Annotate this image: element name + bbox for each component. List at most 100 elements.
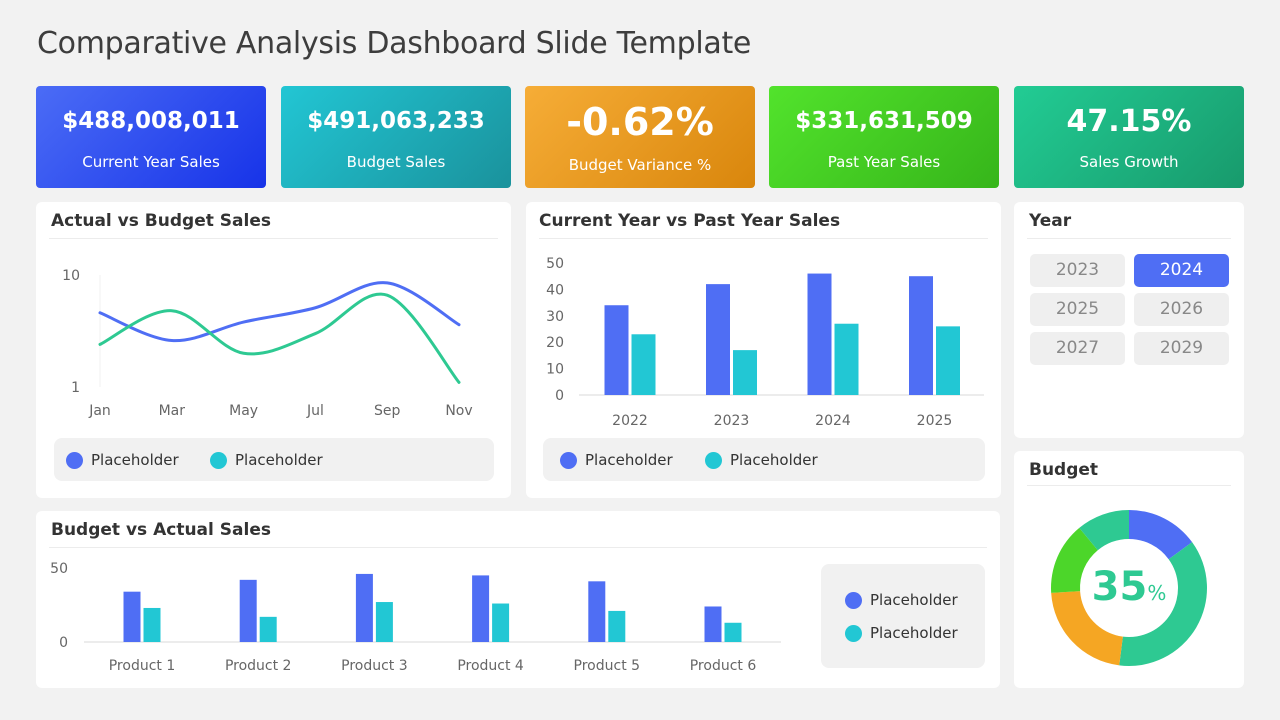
donut-center-label: 35% [1014, 564, 1244, 610]
legend-dot-icon [560, 451, 577, 469]
x-tick-label: Sep [374, 403, 401, 419]
x-tick-label: Product 4 [457, 658, 524, 674]
cy-chart-legend: Placeholder Placeholder [543, 438, 985, 481]
y-tick-label: 50 [50, 561, 68, 577]
bar [588, 581, 606, 642]
bar [123, 591, 141, 642]
bar [807, 273, 832, 395]
legend-item: Placeholder [705, 451, 818, 469]
kpi-value: $491,063,233 [307, 108, 485, 134]
card-title: Current Year vs Past Year Sales [539, 211, 841, 231]
donut-center-unit: % [1147, 581, 1167, 605]
kpi-value: $331,631,509 [795, 108, 973, 134]
year-option-2029[interactable]: 2029 [1134, 332, 1229, 365]
bar [375, 602, 393, 642]
x-tick-label: May [229, 403, 258, 419]
prod-chart-legend: Placeholder Placeholder [821, 564, 985, 668]
legend-label: Placeholder [870, 624, 958, 642]
kpi-label: Budget Variance % [568, 156, 712, 174]
legend-dot-icon [845, 624, 862, 642]
budget-vs-actual-card: Budget vs Actual Sales 0 50 Product 1 Produ… [36, 511, 1000, 688]
x-tick-label: Product 3 [341, 658, 408, 674]
divider [539, 238, 988, 239]
legend-item: Placeholder [845, 591, 958, 609]
x-tick-label: 2024 [815, 413, 851, 429]
bar [355, 573, 373, 642]
legend-item: Placeholder [210, 451, 323, 469]
line-chart-legend: Placeholder Placeholder [54, 438, 494, 481]
legend-label: Placeholder [91, 451, 179, 469]
bar [631, 334, 656, 395]
current-vs-past-card: Current Year vs Past Year Sales 0 10 20 30 4… [526, 202, 1001, 498]
bar [706, 284, 730, 395]
y-tick-label: 10 [546, 362, 564, 378]
y-tick-label: 20 [546, 335, 564, 351]
y-tick-label: 50 [546, 256, 564, 272]
legend-dot-icon [210, 451, 227, 469]
line-series [98, 281, 461, 343]
x-tick-label: Product 1 [109, 658, 176, 674]
x-tick-label: Product 2 [225, 658, 292, 674]
divider [1027, 485, 1231, 486]
bar [472, 575, 490, 642]
year-option-2023[interactable]: 2023 [1030, 254, 1125, 287]
y-tick-label: 0 [59, 635, 68, 651]
x-tick-label: Mar [159, 403, 186, 419]
donut-center-value: 35 [1091, 564, 1148, 610]
x-tick-label: Jul [306, 403, 324, 419]
bar [936, 326, 960, 395]
kpi-current-year-sales: $488,008,011 Current Year Sales [36, 86, 266, 188]
kpi-value: 47.15% [1066, 104, 1192, 139]
card-title: Actual vs Budget Sales [51, 211, 271, 231]
bar [834, 323, 859, 395]
bar [608, 610, 626, 642]
legend-item: Placeholder [845, 624, 958, 642]
bar [909, 276, 933, 395]
x-tick-label: 2022 [612, 413, 648, 429]
card-title: Year [1029, 211, 1072, 231]
divider [49, 547, 987, 548]
year-option-2025[interactable]: 2025 [1030, 293, 1125, 326]
kpi-budget-sales: $491,063,233 Budget Sales [281, 86, 511, 188]
x-tick-label: Nov [445, 403, 472, 419]
bar [492, 603, 510, 642]
year-selector-card: Year 2023 2024 2025 2026 2027 2029 [1014, 202, 1244, 438]
kpi-budget-variance: -0.62% Budget Variance % [525, 86, 755, 188]
y-tick-label: 30 [546, 309, 564, 325]
legend-dot-icon [845, 591, 862, 609]
bar [733, 350, 757, 395]
kpi-past-year-sales: $331,631,509 Past Year Sales [769, 86, 999, 188]
year-option-2027[interactable]: 2027 [1030, 332, 1125, 365]
actual-vs-budget-card: Actual vs Budget Sales 10 1 Jan Mar May Jul Se… [36, 202, 511, 498]
y-tick-label: 10 [62, 268, 80, 284]
kpi-label: Past Year Sales [827, 153, 941, 171]
page-title: Comparative Analysis Dashboard Slide Tem… [37, 26, 752, 61]
legend-label: Placeholder [585, 451, 673, 469]
legend-label: Placeholder [730, 451, 818, 469]
kpi-value: -0.62% [566, 100, 714, 144]
divider [1027, 238, 1231, 239]
legend-item: Placeholder [66, 451, 179, 469]
bar [239, 579, 257, 642]
budget-card: Budget 35% [1014, 451, 1244, 688]
legend-item: Placeholder [560, 451, 673, 469]
divider [49, 238, 498, 239]
x-tick-label: 2023 [714, 413, 750, 429]
kpi-sales-growth: 47.15% Sales Growth [1014, 86, 1244, 188]
bar [259, 616, 277, 642]
year-option-2024[interactable]: 2024 [1134, 254, 1229, 287]
kpi-value: $488,008,011 [62, 108, 240, 134]
bar [704, 606, 722, 642]
card-title: Budget [1029, 460, 1099, 480]
legend-label: Placeholder [235, 451, 323, 469]
legend-dot-icon [705, 451, 722, 469]
x-tick-label: Product 6 [690, 658, 757, 674]
kpi-label: Current Year Sales [82, 153, 220, 171]
kpi-label: Budget Sales [346, 153, 446, 171]
x-tick-label: Jan [88, 403, 111, 419]
legend-dot-icon [66, 451, 83, 469]
budget-vs-actual-chart: 0 50 Product 1 Product 2 Product 3 Product 4 P… [50, 561, 781, 674]
year-option-2026[interactable]: 2026 [1134, 293, 1229, 326]
y-tick-label: 1 [71, 380, 80, 396]
card-title: Budget vs Actual Sales [51, 520, 271, 540]
